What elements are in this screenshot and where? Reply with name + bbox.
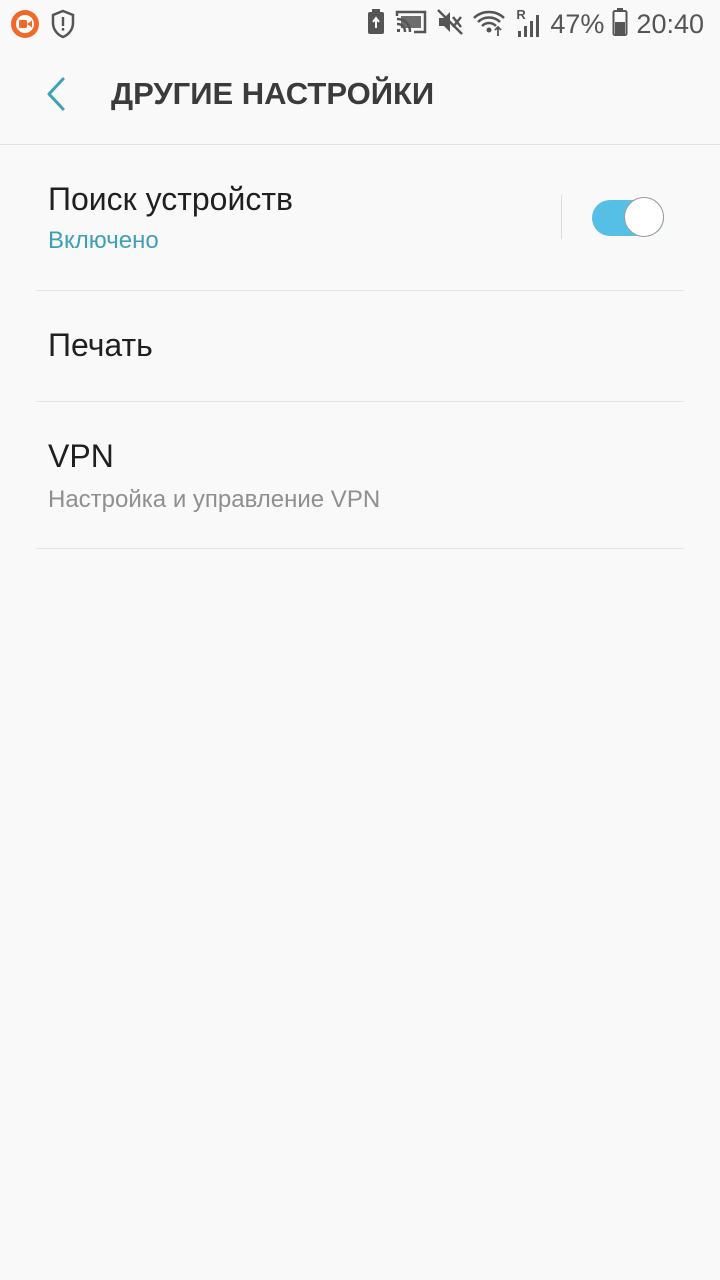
setting-print[interactable]: Печать	[0, 291, 720, 402]
toggle-knob	[624, 197, 664, 237]
setting-description: Настройка и управление VPN	[48, 486, 381, 513]
screen-recorder-icon	[10, 9, 40, 44]
battery-saver-icon	[366, 8, 386, 41]
wifi-icon	[472, 7, 506, 42]
battery-percent: 47%	[550, 8, 605, 39]
page-title: ДРУГИЕ НАСТРОЙКИ	[111, 76, 435, 111]
back-button[interactable]	[26, 66, 86, 126]
shield-icon	[50, 9, 76, 44]
divider	[36, 548, 684, 549]
setting-title: Поиск устройств	[48, 181, 293, 217]
back-arrow-icon	[44, 76, 68, 117]
setting-title: VPN	[48, 438, 114, 474]
status-bar: R 47% 20:40	[0, 0, 720, 48]
mute-icon	[436, 8, 464, 41]
settings-list: Поиск устройств Включено Печать VPN Наст…	[0, 145, 720, 549]
status-left-icons	[10, 9, 76, 44]
vertical-divider	[561, 195, 562, 239]
signal-icon: R	[514, 7, 542, 39]
setting-status: Включено	[48, 227, 159, 254]
setting-title: Печать	[48, 327, 153, 363]
setting-device-search[interactable]: Поиск устройств Включено	[0, 145, 720, 291]
battery-icon	[612, 7, 628, 41]
setting-vpn[interactable]: VPN Настройка и управление VPN	[0, 402, 720, 549]
device-search-toggle[interactable]	[592, 197, 666, 237]
app-bar: ДРУГИЕ НАСТРОЙКИ	[0, 48, 720, 145]
clock: 20:40	[636, 8, 704, 39]
status-right-icons: R 47% 20:40	[366, 6, 704, 42]
cast-icon	[394, 8, 428, 41]
